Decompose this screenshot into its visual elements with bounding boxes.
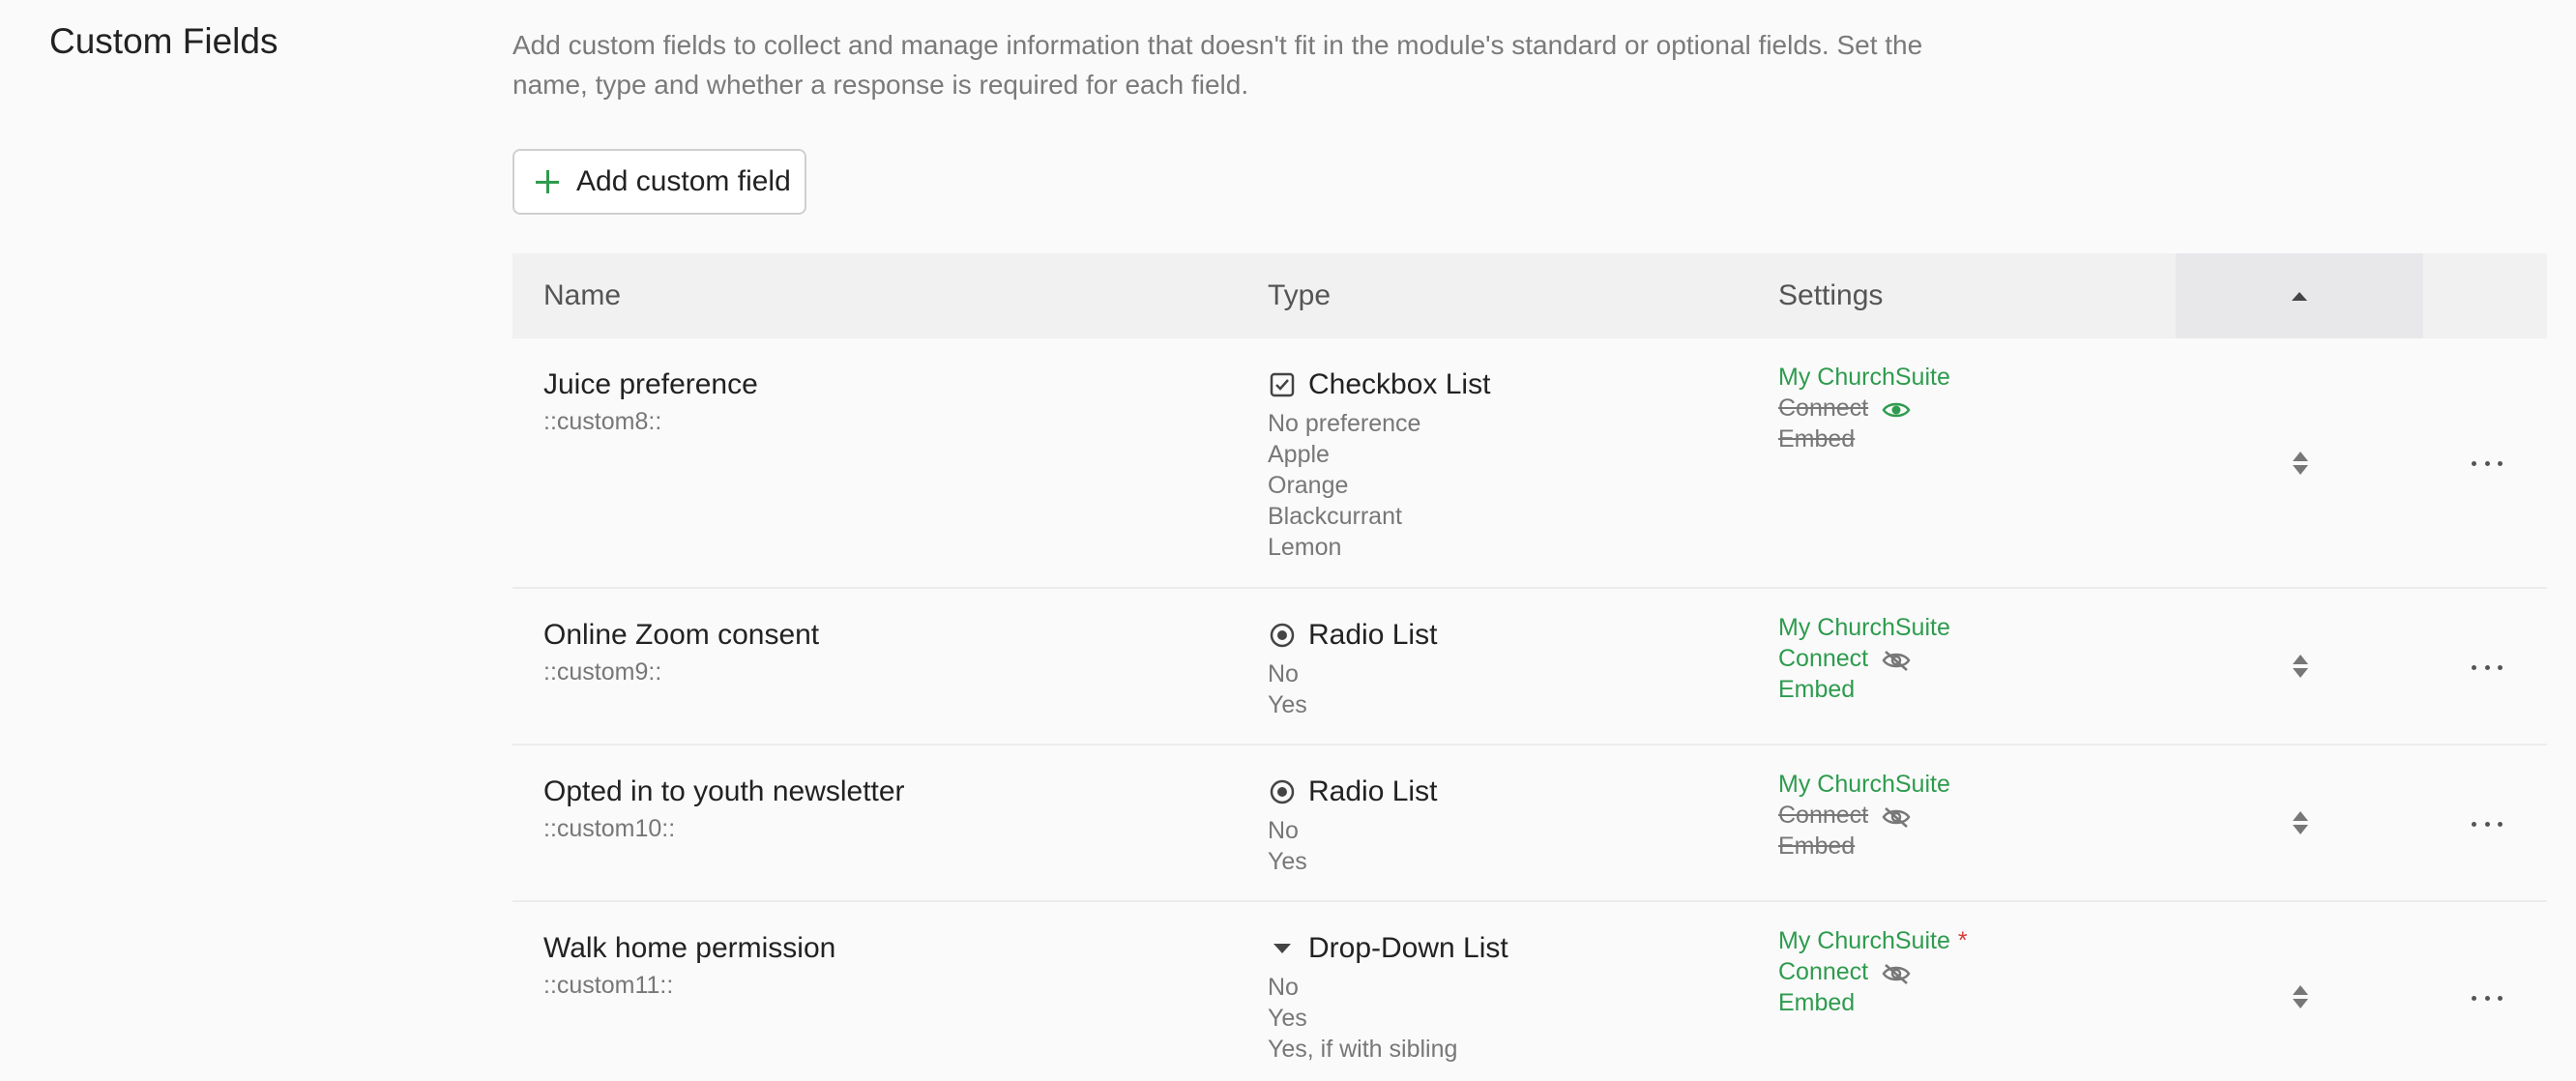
- eye-slash-icon: [1882, 648, 1911, 671]
- add-custom-field-label: Add custom field: [576, 165, 791, 197]
- setting-connect: Connect: [1778, 958, 1869, 985]
- field-name[interactable]: Juice preference: [543, 365, 758, 404]
- option-item: Apple: [1268, 441, 1330, 468]
- field-settings-cell: My ChurchSuite Connect Embed: [1778, 362, 1950, 454]
- setting-connect: Connect: [1778, 802, 1869, 829]
- more-actions-button[interactable]: [2472, 662, 2503, 672]
- field-type-label: Radio List: [1308, 619, 1438, 651]
- eye-slash-icon: [1882, 961, 1911, 984]
- field-code: ::custom9::: [543, 658, 662, 686]
- setting-connect-row: Connect: [1778, 800, 1950, 831]
- field-code: ::custom11::: [543, 972, 674, 999]
- option-item: No: [1268, 817, 1299, 844]
- more-actions-button[interactable]: [2472, 458, 2503, 468]
- setting-embed: Embed: [1778, 833, 1856, 860]
- header-name: Name: [543, 279, 622, 311]
- option-item: No: [1268, 974, 1299, 1001]
- setting-connect: Connect: [1778, 394, 1869, 422]
- setting-my-churchsuite: My ChurchSuite: [1778, 364, 1950, 391]
- field-settings-cell: My ChurchSuite Connect Embed: [1778, 769, 1950, 862]
- field-options: No Yes Yes, if with sibling: [1268, 972, 1508, 1065]
- setting-embed: Embed: [1778, 425, 1856, 453]
- setting-embed: Embed: [1778, 676, 1856, 703]
- field-name-cell: Opted in to youth newsletter ::custom10:…: [543, 773, 905, 843]
- header-settings: Settings: [1778, 279, 1884, 311]
- section-description: Add custom fields to collect and manage …: [512, 30, 1923, 100]
- custom-fields-table: Name Type Settings Juice preference ::cu…: [512, 253, 2547, 1081]
- setting-my-churchsuite-row: My ChurchSuite *: [1778, 925, 1968, 956]
- option-item: No: [1268, 660, 1299, 687]
- field-type-cell: Radio List No Yes: [1268, 616, 1437, 720]
- option-item: Yes: [1268, 1005, 1307, 1032]
- setting-my-churchsuite: My ChurchSuite: [1778, 771, 1950, 798]
- option-item: Blackcurrant: [1268, 503, 1402, 530]
- setting-connect-row: Connect: [1778, 393, 1950, 424]
- option-item: Yes, if with sibling: [1268, 1036, 1458, 1063]
- field-type-label: Checkbox List: [1308, 368, 1491, 400]
- sort-handle[interactable]: [2292, 811, 2309, 836]
- field-code: ::custom8::: [543, 408, 662, 435]
- plus-icon: [536, 170, 559, 193]
- more-actions-button[interactable]: [2472, 819, 2503, 829]
- table-row: Walk home permission ::custom11:: Drop-D…: [512, 902, 2547, 1081]
- more-actions-button[interactable]: [2472, 993, 2503, 1003]
- field-name-cell: Juice preference ::custom8::: [543, 365, 758, 436]
- field-name[interactable]: Online Zoom consent: [543, 616, 819, 655]
- field-options: No Yes: [1268, 815, 1437, 877]
- setting-connect-row: Connect: [1778, 643, 1950, 674]
- option-item: Orange: [1268, 472, 1349, 499]
- eye-icon: [1882, 397, 1911, 419]
- table-row: Online Zoom consent ::custom9:: Radio Li…: [512, 589, 2547, 745]
- option-item: Lemon: [1268, 534, 1342, 561]
- field-options: No Yes: [1268, 658, 1437, 720]
- caret-up-icon: [2292, 291, 2307, 301]
- field-type-cell: Drop-Down List No Yes Yes, if with sibli…: [1268, 929, 1508, 1065]
- table-row: Juice preference ::custom8:: Checkbox Li…: [512, 338, 2547, 589]
- dropdown-caret-icon: [1268, 934, 1297, 963]
- radio-icon: [1268, 621, 1297, 650]
- table-row: Opted in to youth newsletter ::custom10:…: [512, 745, 2547, 902]
- setting-connect: Connect: [1778, 645, 1869, 672]
- field-settings-cell: My ChurchSuite Connect Embed: [1778, 612, 1950, 705]
- field-type-cell: Checkbox List No preference Apple Orange…: [1268, 365, 1490, 563]
- field-type-label: Drop-Down List: [1308, 932, 1508, 964]
- field-code: ::custom10::: [543, 815, 676, 842]
- option-item: No preference: [1268, 410, 1421, 437]
- add-custom-field-button[interactable]: Add custom field: [512, 149, 806, 215]
- eye-slash-icon: [1882, 804, 1911, 828]
- setting-embed: Embed: [1778, 989, 1856, 1016]
- sort-column-header[interactable]: [2176, 253, 2423, 338]
- sort-handle[interactable]: [2292, 452, 2309, 477]
- field-options: No preference Apple Orange Blackcurrant …: [1268, 408, 1490, 563]
- setting-connect-row: Connect: [1778, 956, 1968, 987]
- required-marker: *: [1957, 927, 1968, 954]
- option-item: Yes: [1268, 848, 1307, 875]
- setting-my-churchsuite: My ChurchSuite: [1778, 927, 1950, 954]
- header-type: Type: [1268, 279, 1332, 311]
- field-name[interactable]: Opted in to youth newsletter: [543, 773, 905, 811]
- table-header: Name Type Settings: [512, 253, 2547, 338]
- radio-icon: [1268, 777, 1297, 806]
- setting-my-churchsuite: My ChurchSuite: [1778, 614, 1950, 641]
- field-type-label: Radio List: [1308, 775, 1438, 807]
- sort-handle[interactable]: [2292, 985, 2309, 1010]
- field-settings-cell: My ChurchSuite * Connect Embed: [1778, 925, 1968, 1018]
- field-name-cell: Walk home permission ::custom11::: [543, 929, 835, 1000]
- field-name[interactable]: Walk home permission: [543, 929, 835, 968]
- field-name-cell: Online Zoom consent ::custom9::: [543, 616, 819, 687]
- option-item: Yes: [1268, 691, 1307, 718]
- section-title: Custom Fields: [49, 21, 278, 61]
- sort-handle[interactable]: [2292, 655, 2309, 680]
- checkbox-icon: [1268, 370, 1297, 399]
- field-type-cell: Radio List No Yes: [1268, 773, 1437, 877]
